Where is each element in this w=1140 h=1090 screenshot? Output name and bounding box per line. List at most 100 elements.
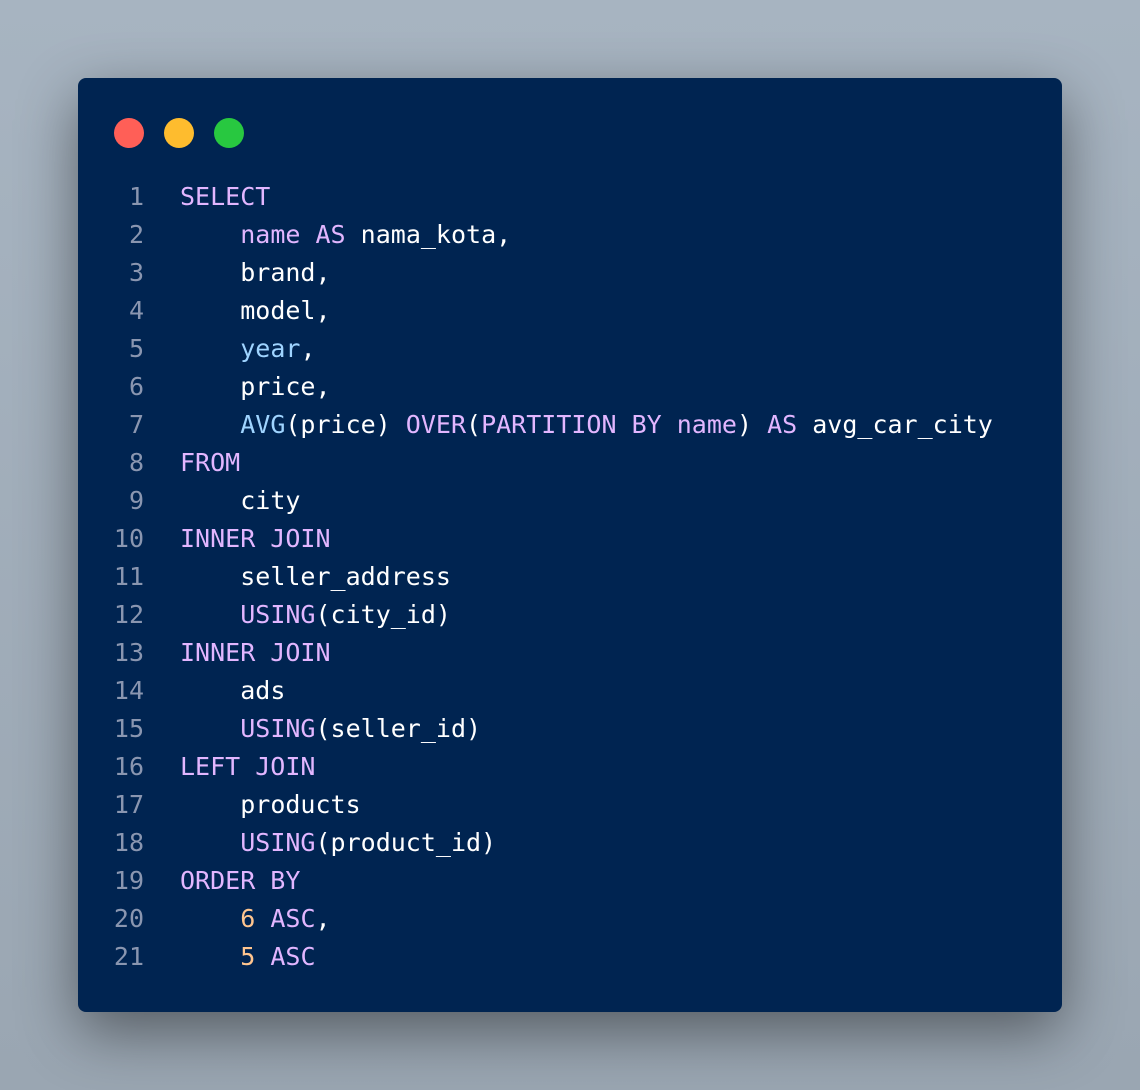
code-line: 15 USING(seller_id) xyxy=(78,710,1062,748)
code-text: price, xyxy=(180,368,331,406)
code-line: 20 6 ASC, xyxy=(78,900,1062,938)
minimize-dot-icon[interactable] xyxy=(164,118,194,148)
line-number: 12 xyxy=(113,600,144,629)
keyword-token: LEFT JOIN xyxy=(180,752,316,781)
keyword-token: ORDER BY xyxy=(180,866,301,895)
line-number: 2 xyxy=(128,220,144,249)
line-number: 10 xyxy=(113,524,144,553)
code-line: 10 INNER JOIN xyxy=(78,520,1062,558)
function-token: AVG xyxy=(240,410,286,439)
code-text: SELECT xyxy=(180,178,270,216)
keyword-token: FROM xyxy=(180,448,241,477)
code-line: 9 city xyxy=(78,482,1062,520)
keyword-token: ASC xyxy=(270,904,316,933)
identifier-token: (product_id) xyxy=(315,828,497,857)
line-number: 3 xyxy=(128,258,144,287)
code-text: USING(product_id) xyxy=(180,824,496,862)
code-line: 17 products xyxy=(78,786,1062,824)
keyword-token: PARTITION BY name xyxy=(481,410,737,439)
code-text: FROM xyxy=(180,444,240,482)
identifier-token: (price) xyxy=(285,410,406,439)
close-dot-icon[interactable] xyxy=(114,118,144,148)
code-text: products xyxy=(180,786,360,824)
line-number: 11 xyxy=(113,562,144,591)
identifier-token: nama_kota, xyxy=(360,220,512,249)
code-line: 1 SELECT xyxy=(78,178,1062,216)
keyword-token: INNER JOIN xyxy=(180,524,331,553)
line-number: 15 xyxy=(113,714,144,743)
number-token: 5 xyxy=(240,942,256,971)
line-number: 21 xyxy=(113,942,144,971)
code-text: INNER JOIN xyxy=(180,634,331,672)
line-number: 9 xyxy=(128,486,144,515)
code-text: USING(city_id) xyxy=(180,596,451,634)
keyword-token: USING xyxy=(240,600,316,629)
code-text: ads xyxy=(180,672,285,710)
line-number: 8 xyxy=(128,448,144,477)
keyword-token: SELECT xyxy=(180,182,271,211)
code-text: city xyxy=(180,482,300,520)
keyword-token: AS xyxy=(767,410,798,439)
code-line: 11 seller_address xyxy=(78,558,1062,596)
code-text: year, xyxy=(180,330,315,368)
line-number: 20 xyxy=(113,904,144,933)
code-text: 6 ASC, xyxy=(180,900,330,938)
code-line: 14 ads xyxy=(78,672,1062,710)
identifier-token: ads xyxy=(240,676,286,705)
identifier-token: brand, xyxy=(240,258,331,287)
line-number: 5 xyxy=(128,334,144,363)
identifier-token: seller_address xyxy=(240,562,451,591)
code-line: 12 USING(city_id) xyxy=(78,596,1062,634)
keyword-token: AS xyxy=(315,220,346,249)
line-number: 13 xyxy=(113,638,144,667)
identifier-token: price, xyxy=(240,372,331,401)
code-line: 16 LEFT JOIN xyxy=(78,748,1062,786)
keyword-token: ASC xyxy=(270,942,316,971)
number-token: 6 xyxy=(240,904,256,933)
line-number: 17 xyxy=(113,790,144,819)
code-line: 19 ORDER BY xyxy=(78,862,1062,900)
code-line: 4 model, xyxy=(78,292,1062,330)
identifier-token: model, xyxy=(240,296,331,325)
line-number: 4 xyxy=(128,296,144,325)
line-number: 1 xyxy=(128,182,144,211)
code-text: USING(seller_id) xyxy=(180,710,481,748)
code-text: AVG(price) OVER(PARTITION BY name) AS av… xyxy=(180,406,993,444)
code-text: seller_address xyxy=(180,558,451,596)
line-number: 14 xyxy=(113,676,144,705)
identifier-token: ) xyxy=(736,410,768,439)
keyword-token: OVER xyxy=(405,410,467,439)
maximize-dot-icon[interactable] xyxy=(214,118,244,148)
code-line: 13 INNER JOIN xyxy=(78,634,1062,672)
keyword-token: USING xyxy=(240,828,316,857)
code-text: brand, xyxy=(180,254,331,292)
line-number: 16 xyxy=(113,752,144,781)
code-line: 8 FROM xyxy=(78,444,1062,482)
code-line: 21 5 ASC xyxy=(78,938,1062,976)
keyword-token: USING xyxy=(240,714,316,743)
code-line: 2 name AS nama_kota, xyxy=(78,216,1062,254)
code-line: 18 USING(product_id) xyxy=(78,824,1062,862)
identifier-token: (seller_id) xyxy=(315,714,482,743)
code-block: 1 SELECT 2 name AS nama_kota, 3 brand, 4 mod… xyxy=(78,178,1062,976)
line-number: 18 xyxy=(113,828,144,857)
code-text: name AS nama_kota, xyxy=(180,216,511,254)
code-text: LEFT JOIN xyxy=(180,748,315,786)
line-number: 6 xyxy=(128,372,144,401)
